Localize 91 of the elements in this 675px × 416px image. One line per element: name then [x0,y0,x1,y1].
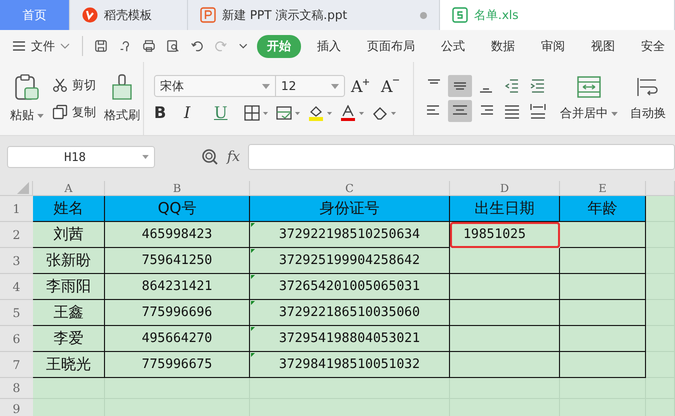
table-cell: 姓名 [33,196,105,222]
formula-input-field[interactable] [248,144,675,170]
table-cell: 张新盼 [33,248,105,274]
table-cell: 759641250 [105,248,250,274]
clipboard-icon [14,73,40,101]
table-cell: 372925199904258642 [250,248,450,274]
eraser-icon[interactable] [372,104,398,120]
borders-icon[interactable] [244,104,270,120]
copy-button[interactable]: 复制 [52,104,96,120]
ribbon-tab[interactable]: 插入 [306,34,351,58]
text-number-flag-icon [251,275,255,279]
cut-button[interactable]: 剪切 [52,76,96,94]
table-cell: 775996696 [105,300,250,326]
menu-icon [12,40,26,52]
table-cell: 864231421 [105,274,250,300]
tab-label: 首页 [22,6,46,24]
document-tab[interactable]: 稻壳模板 [70,0,188,30]
file-menu[interactable]: 文件 [12,38,74,54]
increase-font-button[interactable]: A [351,76,375,96]
ribbon-tab[interactable]: 安全 [630,34,675,58]
spreadsheet-file-icon [452,7,468,23]
tab-label: 稻壳模板 [104,6,152,24]
table-cell: 372922186510035060 [250,300,450,326]
font-size-dropdown[interactable]: 12 [275,75,345,97]
caret-icon [611,112,618,116]
font-color-icon[interactable] [340,104,366,120]
tab-label: 新建 PPT 演示文稿.ppt [222,6,348,24]
table-cell: 出生日期 [450,196,560,222]
table-cell: QQ号 [105,196,250,222]
minus-icon [392,78,399,80]
merge-cells-icon [576,75,602,99]
presentation-file-icon [200,7,216,23]
ribbon-tab[interactable]: 视图 [580,34,625,58]
italic-button[interactable]: I [184,103,208,122]
paste-button[interactable]: 粘贴 [8,71,46,126]
chevron-down-icon [60,43,70,49]
zoom-icon[interactable] [201,148,219,166]
caret-icon [262,84,270,88]
paste-label: 粘贴 [10,107,34,124]
table-cell: 王晓光 [33,352,105,378]
alignment-icon[interactable] [448,75,472,97]
table-cell: 19851025 [450,222,560,248]
copy-icon [52,104,68,120]
tab-label: 名单.xls [474,6,519,24]
table-cell: 775996675 [105,352,250,378]
table-cell: 372984198510051032 [250,352,450,378]
ribbon-tab[interactable]: 审阅 [530,34,575,58]
document-tab[interactable]: 新建 PPT 演示文稿.ppt [188,0,440,30]
print-icon[interactable] [142,38,156,54]
print-preview-icon[interactable] [166,38,180,54]
function-label[interactable]: fx [227,148,240,164]
ribbon-tab[interactable]: 页面布局 [356,34,425,58]
text-number-flag-icon [251,353,255,357]
text-number-flag-icon [251,301,255,305]
conditional-format-icon[interactable] [276,104,302,120]
alignment-icon[interactable] [448,100,472,122]
text-number-flag-icon [251,327,255,331]
bold-button[interactable]: B [154,103,178,122]
underline-button[interactable]: U [214,103,238,122]
table-cell: 372954198804053021 [250,326,450,352]
table-cell: 年龄 [560,196,646,222]
table-cell: 李雨阳 [33,274,105,300]
caret-icon [331,84,339,88]
table-cell: 372922198510250634 [250,222,450,248]
caret-icon [142,154,149,158]
fill-color-icon[interactable] [308,104,334,120]
paint-brush-icon [110,73,134,101]
merge-label: 合并居中 [560,105,608,122]
ribbon-tab[interactable]: 公式 [430,34,475,58]
table-cell: 465998423 [105,222,250,248]
merge-center-button[interactable]: 合并居中 [558,73,620,124]
format-painter-button[interactable]: 格式刷 [102,71,142,126]
table-cell: 李爱 [33,326,105,352]
table-cell: 372654201005065031 [250,274,450,300]
text-number-flag-icon [251,249,255,253]
scissors-icon [52,77,68,93]
table-cell: 王鑫 [33,300,105,326]
save-icon[interactable] [94,38,108,54]
flame-logo-icon [82,7,98,23]
font-name-dropdown[interactable]: 宋体 [154,75,276,97]
text-number-flag-icon [251,223,255,227]
caret-icon [37,114,44,118]
name-box[interactable]: H18 [7,146,155,168]
wrap-text-button[interactable]: 自动换 [628,73,668,124]
plus-icon [362,78,369,84]
ribbon-tab[interactable]: 数据 [480,34,525,58]
table-cell: 495664270 [105,326,250,352]
table-cell: 身份证号 [250,196,450,222]
decrease-font-button[interactable]: A [381,76,405,96]
table-cell: 刘茜 [33,222,105,248]
unsaved-dot-icon [420,12,427,18]
